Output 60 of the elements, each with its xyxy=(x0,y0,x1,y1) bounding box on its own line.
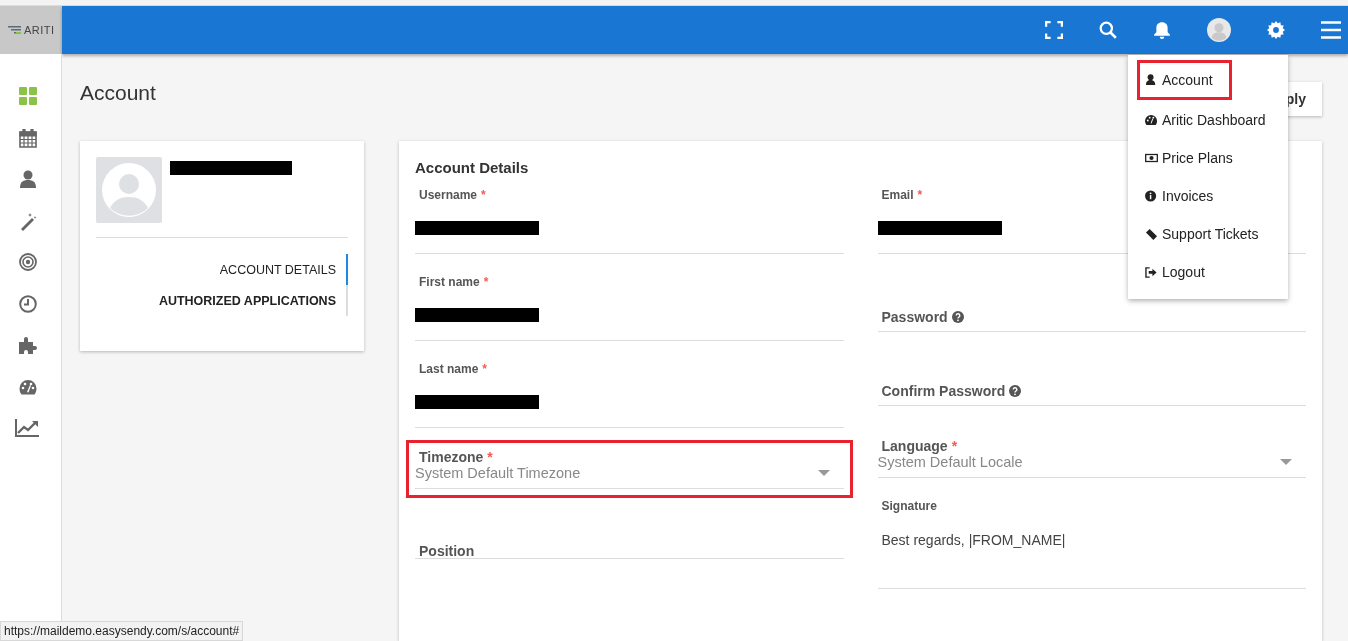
status-url: https://maildemo.easysendy.com/s/account# xyxy=(0,621,244,641)
clock-icon[interactable] xyxy=(18,294,37,314)
caret-icon xyxy=(817,470,830,476)
logo-text: ARITI xyxy=(24,24,55,36)
dropdown-field[interactable]: Language * System Default Locale xyxy=(877,438,1306,478)
required-asterisk: * xyxy=(951,438,958,454)
input-field[interactable]: First name * xyxy=(415,275,844,341)
profile-tab[interactable]: ACCOUNT DETAILS xyxy=(219,254,348,285)
logo[interactable]: ARITI xyxy=(0,6,62,54)
field-label: Language xyxy=(881,438,948,454)
profile-tab[interactable]: AUTHORIZED APPLICATIONS xyxy=(158,285,348,316)
field-label: First name xyxy=(419,275,480,289)
caret-icon xyxy=(1280,459,1292,465)
target-icon[interactable] xyxy=(18,253,37,272)
section-title: Account Details xyxy=(415,159,530,176)
banknote-icon xyxy=(1145,152,1158,164)
menu-item[interactable]: Account xyxy=(1138,61,1231,99)
field-label: Password xyxy=(881,309,948,325)
input-field[interactable]: Username * xyxy=(415,188,844,254)
bell-icon[interactable] xyxy=(1153,21,1171,39)
required-asterisk: * xyxy=(482,362,488,376)
required-asterisk: * xyxy=(917,188,923,202)
avatar-icon xyxy=(96,157,162,223)
menu-item[interactable]: Aritic Dashboard xyxy=(1128,101,1288,139)
field-value: Best regards, |FROM_NAME| xyxy=(881,532,1067,548)
required-asterisk: * xyxy=(487,449,493,465)
field-label: Timezone xyxy=(419,449,484,465)
input-field[interactable]: Position xyxy=(415,543,844,559)
logout-icon xyxy=(1145,266,1158,278)
input-field[interactable]: Password xyxy=(877,309,1306,332)
input-field[interactable]: Confirm Password xyxy=(877,383,1306,406)
puzzle-icon[interactable] xyxy=(18,336,37,355)
fullscreen-icon[interactable] xyxy=(1045,21,1063,39)
calendar-icon[interactable] xyxy=(18,128,37,148)
input-field[interactable]: Last name * xyxy=(415,362,844,428)
field-label: Last name xyxy=(419,362,479,376)
menu-item[interactable]: Price Plans xyxy=(1128,139,1288,177)
search-icon[interactable] xyxy=(1099,21,1117,39)
line-chart-icon[interactable] xyxy=(15,419,40,438)
field-label: Username xyxy=(419,188,478,202)
required-asterisk: * xyxy=(481,188,486,202)
page-title: Account xyxy=(80,81,156,105)
dropdown-field[interactable]: Timezone * System Default Timezone xyxy=(415,449,844,489)
gauge-icon[interactable] xyxy=(18,377,37,397)
field-label: Confirm Password xyxy=(881,383,1006,399)
field-label: Signature xyxy=(881,499,937,513)
required-asterisk: * xyxy=(483,275,489,289)
settings-icon[interactable] xyxy=(1267,21,1285,39)
field-label: Email xyxy=(881,188,914,202)
wing-logo-icon xyxy=(8,25,22,35)
menu-item[interactable]: Logout xyxy=(1128,253,1288,291)
menu-icon[interactable] xyxy=(1321,20,1341,40)
field-label: Position xyxy=(419,543,475,559)
user-icon[interactable] xyxy=(18,170,37,189)
menu-item[interactable]: Support Tickets xyxy=(1128,215,1288,253)
gauge-icon xyxy=(1145,114,1158,126)
info-icon xyxy=(1145,190,1158,202)
user-icon xyxy=(1145,74,1158,86)
text-area[interactable]: Signature Best regards, |FROM_NAME| xyxy=(877,499,1306,589)
avatar-icon[interactable] xyxy=(1207,18,1231,42)
